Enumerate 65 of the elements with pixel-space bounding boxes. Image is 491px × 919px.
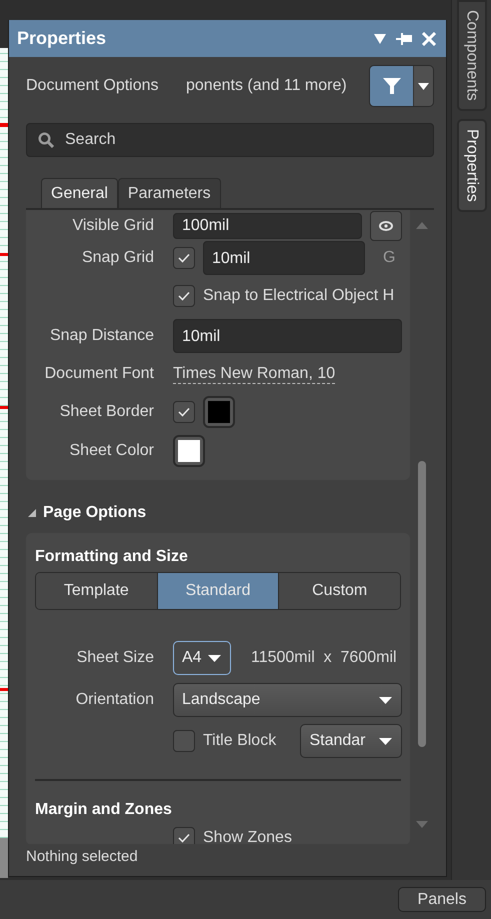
funnel-icon (382, 77, 400, 95)
input-field[interactable]: 100mil (173, 213, 362, 239)
caret-icon (374, 34, 386, 44)
field-label: Sheet Color (68, 442, 154, 460)
checkbox[interactable] (173, 285, 195, 307)
tab[interactable]: General (41, 178, 118, 208)
subsection-title: Formatting and Size (34, 547, 189, 567)
title-block-dropdown[interactable]: Standar (300, 724, 402, 758)
document-options-label: Document Options (26, 77, 160, 95)
section-toggle[interactable] (28, 508, 36, 516)
color-swatch[interactable] (173, 435, 205, 467)
tab[interactable]: Parameters (118, 178, 221, 208)
color-swatch[interactable] (203, 396, 235, 428)
down-arrow-icon (416, 821, 428, 828)
input-field[interactable]: 10mil (203, 241, 365, 275)
section-title: Page Options (43, 504, 146, 522)
checkbox-label: Snap to Electrical Object H (203, 287, 394, 305)
filter-summary: ponents (and 11 more) (186, 77, 348, 95)
window-title: Properties (17, 28, 108, 49)
font-link[interactable]: Times New Roman, 10 (173, 364, 336, 384)
sheet-size-dropdown[interactable]: A4 (173, 641, 231, 675)
eye-button[interactable] (370, 211, 402, 241)
status-text: Nothing selected (26, 848, 139, 865)
check-icon (178, 253, 190, 263)
eye-icon (379, 221, 394, 231)
close-button[interactable] (422, 32, 436, 46)
input-field[interactable]: 10mil (173, 319, 402, 353)
filter-button[interactable] (370, 66, 413, 106)
search-field[interactable]: Search (26, 123, 434, 157)
check-icon (178, 291, 190, 301)
caret-icon (208, 654, 221, 662)
sheet-dimensions: 11500mil x 7600mil (251, 649, 397, 667)
field-label: Sheet Border (58, 403, 154, 421)
up-arrow-icon (416, 222, 428, 229)
orientation-dropdown[interactable]: Landscape (173, 683, 402, 717)
close-icon (422, 32, 436, 46)
filter-dropdown[interactable] (413, 66, 433, 106)
shortcut-hint: G (383, 249, 396, 267)
caret-icon (379, 696, 392, 704)
field-label: Document Font (44, 365, 154, 383)
field-label: Visible Grid (71, 217, 154, 235)
check-icon (178, 833, 190, 843)
field-label: Orientation (74, 691, 154, 709)
pin-icon (396, 32, 412, 44)
checkbox[interactable] (173, 247, 195, 269)
pin-button[interactable] (396, 32, 412, 44)
checkbox[interactable] (173, 827, 195, 844)
side-tab[interactable]: Properties (456, 118, 486, 212)
checkbox[interactable] (173, 730, 195, 752)
subsection-title: Margin and Zones (34, 800, 173, 820)
caret-icon (418, 82, 429, 90)
scroll-thumb[interactable] (418, 461, 426, 747)
segment-button[interactable]: Custom (278, 573, 400, 609)
caret-icon (379, 738, 392, 744)
field-label: Snap Distance (48, 327, 154, 345)
check-icon (178, 407, 190, 417)
expanded-triangle-icon (28, 508, 36, 516)
field-label: Sheet Size (76, 649, 154, 667)
field-label: Snap Grid (80, 249, 154, 267)
panels-button[interactable]: Panels (398, 887, 486, 912)
side-tab[interactable]: Components (456, 0, 486, 111)
checkbox-label: Title Block (203, 732, 278, 750)
dropdown-button[interactable] (374, 34, 386, 44)
checkbox[interactable] (173, 401, 195, 423)
checkbox-label: Show Zones (203, 829, 292, 844)
